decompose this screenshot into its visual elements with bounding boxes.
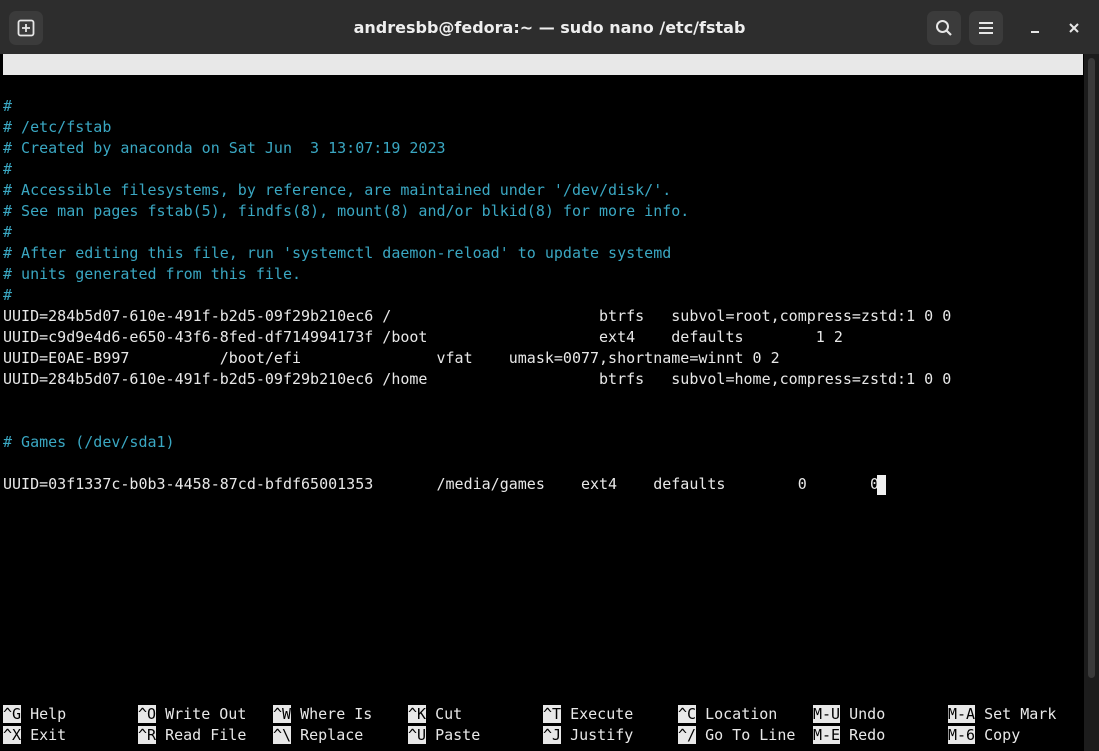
shortcut-set-mark[interactable]: M-A Set Mark xyxy=(948,704,1056,725)
shortcut-label: Help xyxy=(30,705,67,723)
comment-line[interactable]: # See man pages fstab(5), findfs(8), mou… xyxy=(3,201,689,222)
scrollbar-thumb[interactable] xyxy=(1088,58,1095,678)
hamburger-menu-icon xyxy=(979,22,993,34)
comment-line[interactable]: # xyxy=(3,159,12,180)
shortcut-copy[interactable]: M-6 Copy xyxy=(948,725,1020,746)
fstab-line[interactable]: UUID=284b5d07-610e-491f-b2d5-09f29b210ec… xyxy=(3,369,951,390)
comment-line[interactable]: # Created by anaconda on Sat Jun 3 13:07… xyxy=(3,138,446,159)
shortcut-key: M-6 xyxy=(948,726,976,744)
shortcut-label: Location xyxy=(705,705,778,723)
shortcut-key: ^/ xyxy=(678,726,697,744)
terminal-window: andresbb@fedora:~ — sudo nano /etc/fstab xyxy=(0,0,1099,751)
shortcut-justify[interactable]: ^J Justify xyxy=(543,725,633,746)
shortcut-key: ^T xyxy=(543,705,562,723)
comment-line[interactable]: # xyxy=(3,285,12,306)
nano-version: GNU nano 7.2 xyxy=(5,76,114,94)
shortcut-label: Set Mark xyxy=(984,705,1057,723)
shortcut-label: Replace xyxy=(300,726,364,744)
shortcut-key: ^C xyxy=(678,705,697,723)
shortcut-label: Paste xyxy=(435,726,481,744)
comment-line[interactable]: # Accessible filesystems, by reference, … xyxy=(3,180,671,201)
shortcut-undo[interactable]: M-U Undo xyxy=(813,704,885,725)
minimize-icon xyxy=(1031,31,1039,33)
fstab-line[interactable]: UUID=c9d9e4d6-e650-43f6-8fed-df714994173… xyxy=(3,327,843,348)
shortcut-location[interactable]: ^C Location xyxy=(678,704,777,725)
minimize-button[interactable] xyxy=(1018,11,1052,45)
shortcut-label: Justify xyxy=(570,726,634,744)
comment-line[interactable]: # xyxy=(3,222,12,243)
shortcut-redo[interactable]: M-E Redo xyxy=(813,725,885,746)
nano-filename: /etc/fstab xyxy=(497,97,589,115)
new-tab-button[interactable] xyxy=(9,11,43,45)
shortcut-label: Where Is xyxy=(300,705,373,723)
close-icon xyxy=(1069,23,1079,33)
nano-header-bar: GNU nano 7.2 /etc/fstab Modified xyxy=(3,54,1083,136)
shortcut-exit[interactable]: ^X Exit xyxy=(3,725,66,746)
shortcut-key: M-E xyxy=(813,726,841,744)
shortcut-go-to-line[interactable]: ^/ Go To Line xyxy=(678,725,795,746)
shortcut-key: ^J xyxy=(543,726,562,744)
menu-button[interactable] xyxy=(969,11,1003,45)
shortcut-label: Cut xyxy=(435,705,463,723)
shortcut-cut[interactable]: ^K Cut xyxy=(408,704,462,725)
shortcut-read-file[interactable]: ^R Read File xyxy=(138,725,246,746)
search-button[interactable] xyxy=(927,11,961,45)
comment-line[interactable]: # After editing this file, run 'systemct… xyxy=(3,243,671,264)
comment-line[interactable]: # units generated from this file. xyxy=(3,264,301,285)
shortcut-key: ^G xyxy=(3,705,22,723)
shortcut-where-is[interactable]: ^W Where Is xyxy=(273,704,372,725)
shortcut-label: Redo xyxy=(849,726,886,744)
comment-line[interactable]: # /etc/fstab xyxy=(3,117,111,138)
shortcut-label: Exit xyxy=(30,726,67,744)
close-button[interactable] xyxy=(1057,11,1091,45)
shortcut-key: ^W xyxy=(273,705,292,723)
comment-line[interactable]: # Games (/dev/sda1) xyxy=(3,432,175,453)
shortcut-write-out[interactable]: ^O Write Out xyxy=(138,704,246,725)
shortcut-label: Write Out xyxy=(165,705,247,723)
shortcut-label: Undo xyxy=(849,705,886,723)
titlebar: andresbb@fedora:~ — sudo nano /etc/fstab xyxy=(0,0,1099,55)
comment-line[interactable]: # xyxy=(3,96,12,117)
shortcut-key: ^O xyxy=(138,705,157,723)
shortcut-paste[interactable]: ^U Paste xyxy=(408,725,480,746)
shortcut-replace[interactable]: ^\ Replace xyxy=(273,725,363,746)
scrollbar[interactable] xyxy=(1084,54,1099,751)
shortcut-key: M-A xyxy=(948,705,976,723)
shortcut-label: Go To Line xyxy=(705,726,796,744)
text-cursor xyxy=(877,475,886,495)
fstab-line[interactable]: UUID=03f1337c-b0b3-4458-87cd-bfdf6500135… xyxy=(3,474,879,495)
shortcut-key: ^X xyxy=(3,726,22,744)
fstab-line[interactable]: UUID=E0AE-B997 /boot/efi vfat umask=0077… xyxy=(3,348,780,369)
shortcut-label: Copy xyxy=(984,726,1021,744)
shortcut-label: Read File xyxy=(165,726,247,744)
nano-modified-status: Modified xyxy=(994,118,1067,136)
shortcut-key: ^K xyxy=(408,705,427,723)
shortcut-help[interactable]: ^G Help xyxy=(3,704,66,725)
search-icon xyxy=(936,20,952,36)
shortcut-key: ^R xyxy=(138,726,157,744)
shortcut-key: ^\ xyxy=(273,726,292,744)
shortcut-execute[interactable]: ^T Execute xyxy=(543,704,633,725)
new-tab-icon xyxy=(17,19,35,37)
shortcut-key: M-U xyxy=(813,705,841,723)
shortcut-label: Execute xyxy=(570,705,634,723)
fstab-line[interactable]: UUID=284b5d07-610e-491f-b2d5-09f29b210ec… xyxy=(3,306,951,327)
terminal-content[interactable]: GNU nano 7.2 /etc/fstab Modified # # /etc… xyxy=(0,54,1084,751)
shortcut-key: ^U xyxy=(408,726,427,744)
